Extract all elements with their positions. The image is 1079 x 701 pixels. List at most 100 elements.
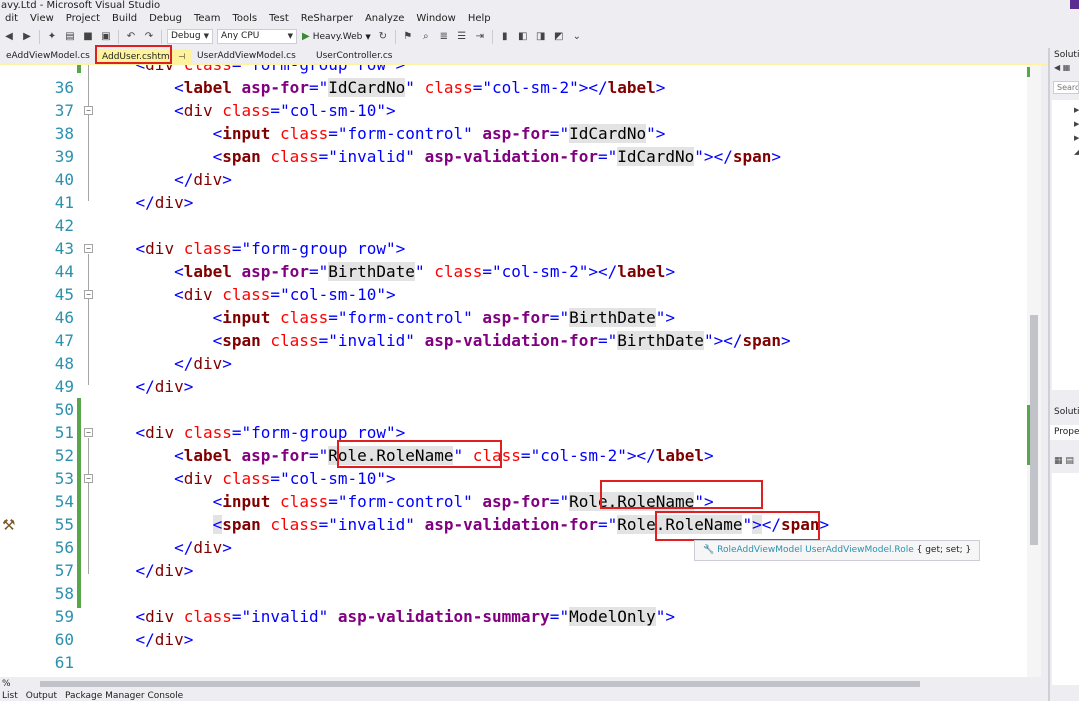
code-line-39: <span class="invalid" asp-validation-for… [212,147,781,166]
horizontal-scrollbar[interactable]: % [0,677,1041,691]
toolbar-separator [491,29,493,44]
menu-test[interactable]: Test [264,11,296,27]
new-project-icon[interactable]: ✦ [45,30,59,44]
code-editor[interactable]: 36 37 38 39 40 41 42 43 44 45 46 47 48 4… [0,65,1041,677]
change-indicator [77,65,81,73]
document-tab-strip: eAddViewModel.cs AddUser.cshtml ⊣ UserAdd… [0,45,1050,65]
menu-edit[interactable]: dit [0,11,25,27]
code-line-47: <span class="invalid" asp-validation-for… [212,331,791,350]
comment-icon[interactable]: ☰ [455,30,469,44]
code-line-49: </div> [135,377,194,396]
highlight-box-label-rolename [337,440,502,468]
tab-label: UserController.cs [316,51,393,61]
editor-gutter: 36 37 38 39 40 41 42 43 44 45 46 47 48 4… [0,65,95,677]
code-line-60: </div> [135,630,194,649]
notification-flag-icon[interactable] [1070,0,1079,9]
line-number: 59 [54,607,74,626]
collapse-icon[interactable]: − [84,428,93,437]
menu-help[interactable]: Help [463,11,498,27]
collapse-icon[interactable]: − [84,106,93,115]
line-number: 56 [54,538,74,557]
change-marker [1027,67,1030,77]
solution-search-input[interactable]: Search [1053,81,1079,94]
redo-icon[interactable]: ↷ [142,30,156,44]
solution-platform-dropdown[interactable]: Any CPU ▼ [217,29,297,44]
menu-build[interactable]: Build [107,11,144,27]
vertical-scrollbar[interactable] [1027,65,1041,677]
properties-grid[interactable] [1052,473,1079,685]
outline-line [88,65,89,201]
collapse-icon[interactable]: ◢ [1074,148,1079,156]
solution-explorer-toolbar: ◀ ▦ [1054,63,1071,72]
code-line-38: <input class="form-control" asp-for="IdC… [212,124,666,143]
line-number: 45 [54,285,74,304]
format-icon[interactable]: ≣ [437,30,451,44]
outline-line [88,438,89,574]
tab-package-manager-console[interactable]: Package Manager Console [65,691,183,701]
tab-addviewmodel[interactable]: eAddViewModel.cs [0,49,96,64]
toolbar-separator [394,29,396,44]
code-line-56: </div> [174,538,232,557]
forward-icon[interactable]: ▶ [20,30,34,44]
line-number: 47 [54,331,74,350]
prev-bookmark-icon[interactable]: ◧ [516,30,530,44]
save-all-icon[interactable]: ▣ [99,30,113,44]
scrollbar-thumb[interactable] [1030,315,1038,545]
line-number: 41 [54,193,74,212]
collapse-icon[interactable]: − [84,244,93,253]
browser-link-icon[interactable]: ⚑ [401,30,415,44]
collapse-icon[interactable]: − [84,290,93,299]
undo-icon[interactable]: ↶ [124,30,138,44]
zoom-level[interactable]: % [0,679,28,689]
horizontal-scroll-thumb[interactable] [40,681,920,687]
menu-tools[interactable]: Tools [227,11,264,27]
menu-debug[interactable]: Debug [144,11,189,27]
menu-view[interactable]: View [25,11,61,27]
menu-window[interactable]: Window [411,11,462,27]
indent-icon[interactable]: ⇥ [473,30,487,44]
expand-icon[interactable]: ▶ [1074,120,1079,128]
expand-icon[interactable]: ▶ [1074,106,1079,114]
tab-useraddviewmodel[interactable]: UserAddViewModel.cs [191,49,302,64]
expand-icon[interactable]: ▶ [1074,134,1079,142]
code-line-45: <div class="col-sm-10"> [174,285,396,304]
bookmark-icon[interactable]: ▮ [498,30,512,44]
solution-explorer-tab[interactable]: Solutio [1050,405,1079,420]
tooltip-accessors: { get; set; } [916,545,972,555]
menu-team[interactable]: Team [189,11,227,27]
tab-output[interactable]: Output [26,691,57,701]
configuration-value: Debug [171,31,201,41]
line-number: 58 [54,584,74,603]
menu-resharper[interactable]: ReSharper [296,11,360,27]
find-icon[interactable]: ⌕ [419,30,433,44]
collapse-icon[interactable]: − [84,474,93,483]
save-icon[interactable]: ■ [81,30,95,44]
wrench-icon: 🔧 [703,545,715,555]
overflow-icon[interactable]: ⌄ [570,30,584,44]
window-title-bar: avy.Ltd - Microsoft Visual Studio [0,0,1079,11]
clear-bookmarks-icon[interactable]: ◩ [552,30,566,44]
line-number: 49 [54,377,74,396]
tooltip-member: UserAddViewModel.Role [805,545,914,555]
code-line-37: <div class="col-sm-10"> [174,101,396,120]
quick-action-hammer-icon[interactable]: ⚒ [2,516,20,534]
tab-error-list[interactable]: List [2,691,18,701]
solution-tree[interactable]: ▶ ▶ ▶ ◢ [1052,100,1079,390]
line-number: 54 [54,492,74,511]
tab-usercontroller[interactable]: UserController.cs [310,49,398,64]
menu-analyze[interactable]: Analyze [360,11,411,27]
code-line-35: <div class="form-group row"> [97,65,406,76]
code-line-40: </div> [174,170,232,189]
toolbar-separator [39,29,40,44]
refresh-icon[interactable]: ↻ [376,30,390,44]
pin-icon[interactable]: ⊣ [178,52,185,61]
open-file-icon[interactable]: ▤ [63,30,77,44]
start-debugging-button[interactable]: ▶ Heavy.Web ▼ [302,31,371,42]
solution-configuration-dropdown[interactable]: Debug ▼ [167,29,213,44]
next-bookmark-icon[interactable]: ◨ [534,30,548,44]
menu-project[interactable]: Project [61,11,107,27]
line-number: 42 [54,216,74,235]
properties-toolbar-icon[interactable]: ▦ ▤ [1054,456,1074,466]
back-icon[interactable]: ◀ [2,30,16,44]
